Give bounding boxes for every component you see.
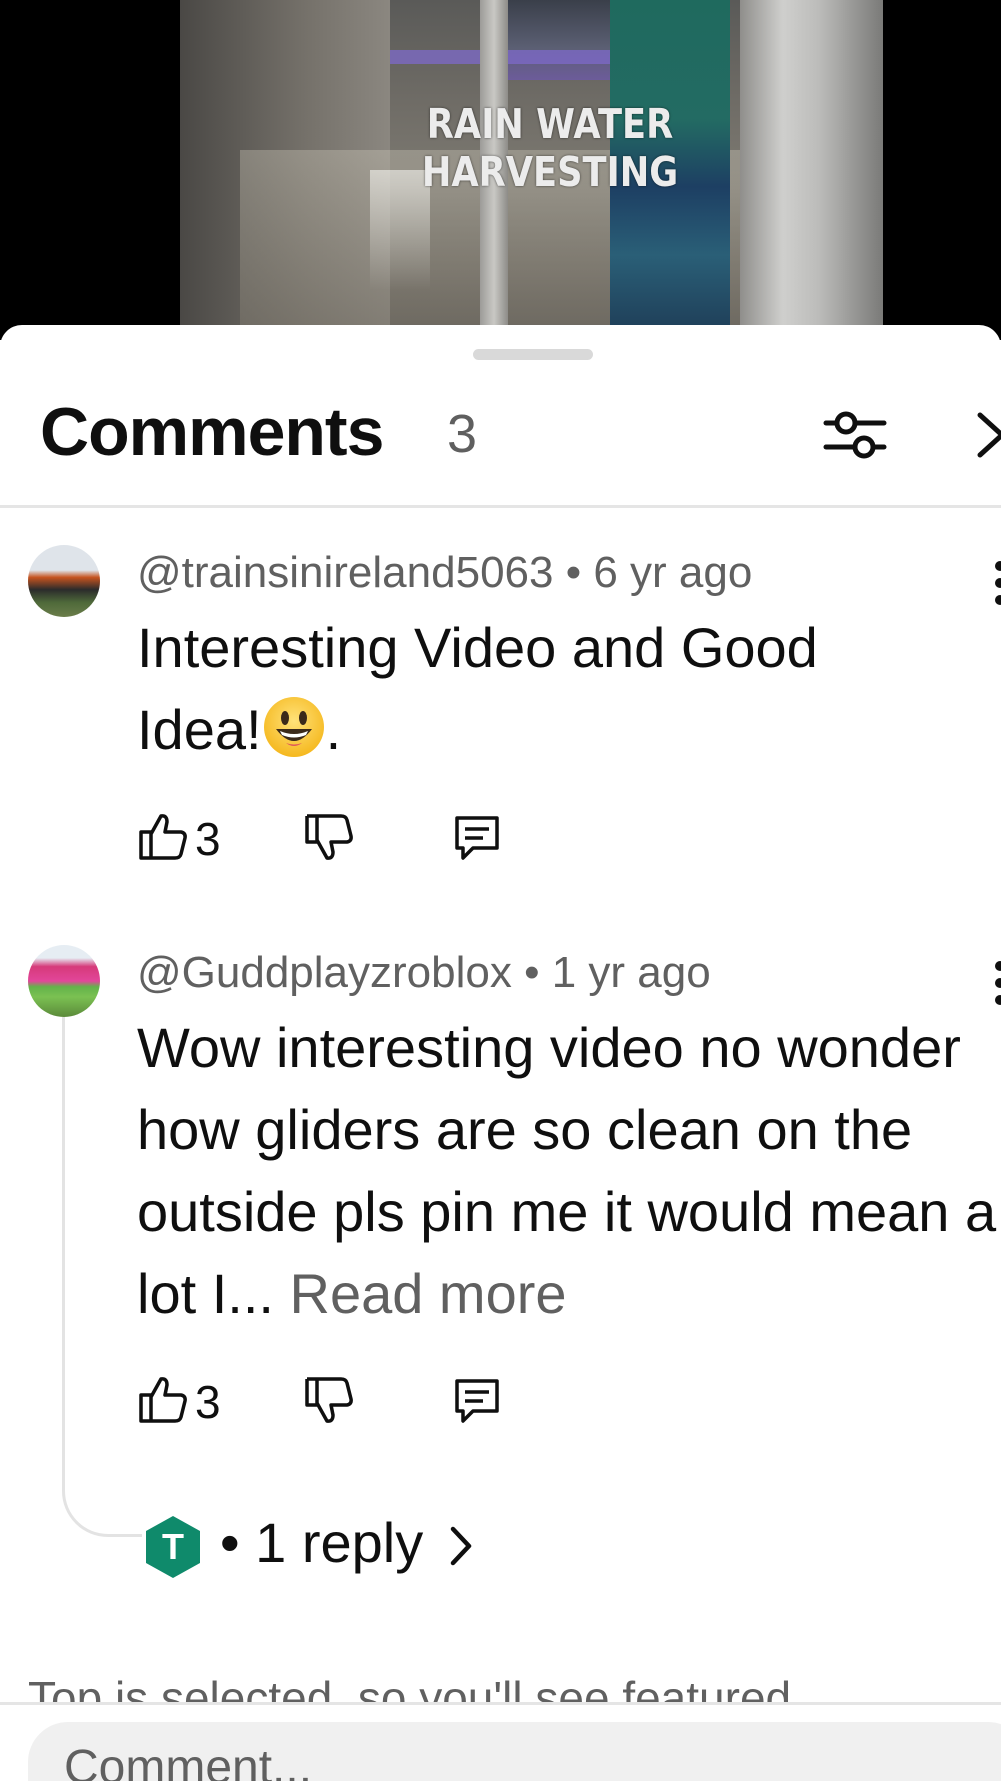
chevron-right-icon <box>450 1526 472 1566</box>
video-caption: RAIN WATER HARVESTING <box>421 100 679 196</box>
comment-actions: 3 <box>137 1373 597 1433</box>
comment-body: Wow interesting video no wonder how glid… <box>137 1016 997 1325</box>
more-vert-icon[interactable] <box>990 558 1001 608</box>
comment-body: Interesting Video and Good Idea! <box>137 616 818 761</box>
filter-icon[interactable] <box>822 405 888 465</box>
comment-meta: @Guddplayzroblox • 1 yr ago <box>137 948 711 998</box>
comment-time: 1 yr ago <box>551 948 711 997</box>
thumbs-up-icon[interactable] <box>137 810 189 862</box>
comments-title: Comments <box>40 394 384 470</box>
grinning-face-emoji-icon <box>263 697 324 757</box>
meta-separator: • <box>524 948 540 997</box>
comment-text: Interesting Video and Good Idea! . <box>137 607 897 771</box>
like-count: 3 <box>195 1376 221 1428</box>
thumbs-down-icon[interactable] <box>303 812 355 864</box>
meta-separator: • <box>565 548 582 597</box>
comment-author[interactable]: @Guddplayzroblox <box>137 948 512 997</box>
reply-avatar: T <box>146 1516 200 1578</box>
thumbs-down-icon[interactable] <box>303 1375 355 1427</box>
reply-comment-icon[interactable] <box>451 1375 503 1427</box>
comment-meta: @trainsinireland5063 • 6 yr ago <box>137 548 752 598</box>
footer-divider <box>0 1702 1001 1705</box>
view-replies-button[interactable]: T • 1 reply <box>140 1510 560 1580</box>
comment-body-suffix: . <box>325 698 342 761</box>
reply-comment-icon[interactable] <box>451 812 503 864</box>
video-scene-stripe <box>390 50 630 64</box>
more-vert-icon[interactable] <box>990 958 1001 1008</box>
comment-time: 6 yr ago <box>593 548 753 597</box>
drag-handle[interactable] <box>473 349 593 360</box>
comment-actions: 3 <box>137 810 597 870</box>
replies-count-label: • 1 reply <box>220 1511 424 1574</box>
header-divider <box>0 505 1001 508</box>
thumbs-up-icon[interactable] <box>137 1373 189 1425</box>
comment-author[interactable]: @trainsinireland5063 <box>137 548 553 597</box>
comment-input-placeholder: Comment... <box>64 1741 313 1781</box>
like-count: 3 <box>195 813 221 865</box>
comments-count: 3 <box>447 404 478 464</box>
comment-text: Wow interesting video no wonder how glid… <box>137 1007 999 1335</box>
comment-input[interactable]: Comment... <box>28 1722 1001 1781</box>
chevron-right-icon[interactable] <box>972 409 1001 461</box>
reply-thread-line <box>62 1017 142 1537</box>
video-player[interactable]: RAIN WATER HARVESTING <box>0 0 1001 340</box>
sort-info-note: Top is selected, so you'll see featured <box>28 1672 792 1704</box>
comments-header: Comments 3 <box>0 385 1001 505</box>
avatar[interactable] <box>28 545 100 617</box>
avatar[interactable] <box>28 945 100 1017</box>
reply-avatar-letter: T <box>162 1526 184 1567</box>
read-more-link[interactable]: Read more <box>290 1262 567 1325</box>
video-frame[interactable]: RAIN WATER HARVESTING <box>180 0 883 340</box>
